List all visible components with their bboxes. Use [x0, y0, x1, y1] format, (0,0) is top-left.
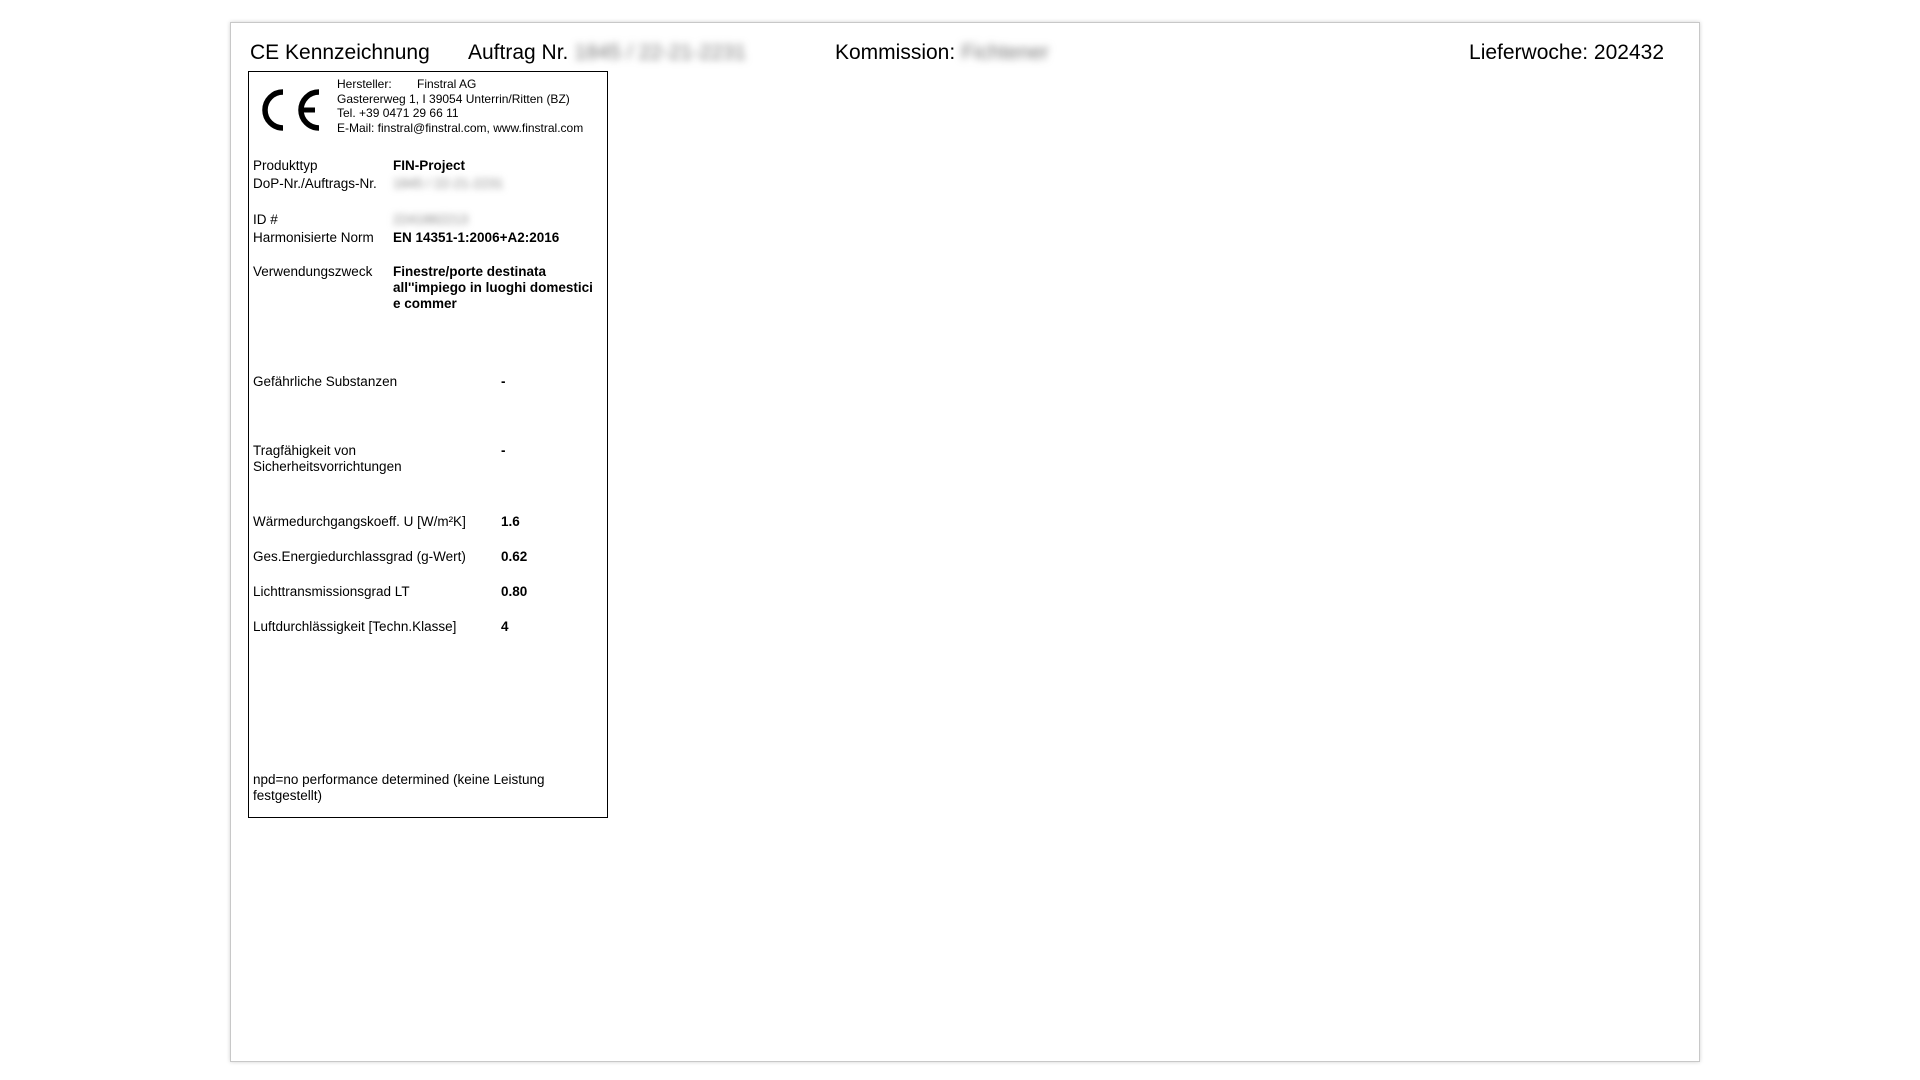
- energie-label: Ges.Energiedurchlassgrad (g-Wert): [253, 549, 466, 564]
- ce-label: Hersteller: Finstral AG Gastererweg 1, I …: [248, 71, 608, 818]
- waerme-label: Wärmedurchgangskoeff. U [W/m²K]: [253, 514, 466, 529]
- verwendung-label: Verwendungszweck: [253, 264, 373, 279]
- lieferwoche: Lieferwoche: 202432: [1469, 41, 1664, 64]
- licht-label: Lichttransmissionsgrad LT: [253, 584, 410, 599]
- manufacturer-email: E-Mail: finstral@finstral.com, www.finst…: [337, 120, 584, 135]
- auftrag-label: Auftrag Nr.: [468, 41, 569, 64]
- auftrag-field: Auftrag Nr. 1845 / 22-21-2231: [468, 41, 746, 65]
- document-page: CE Kennzeichnung Auftrag Nr. 1845 / 22-21…: [230, 22, 1700, 1062]
- dop-label: DoP-Nr./Auftrags-Nr.: [253, 176, 377, 191]
- dop-value: 1845 / 22-21-2231: [393, 176, 504, 191]
- energie-value: 0.62: [501, 549, 528, 564]
- kommission-label: Kommission:: [835, 41, 956, 64]
- id-value: 2241882213: [393, 212, 469, 227]
- produkttyp-value: FIN-Project: [393, 158, 466, 173]
- substanzen-value: -: [501, 374, 506, 389]
- licht-value: 0.80: [501, 584, 528, 599]
- manufacturer-info: Hersteller: Finstral AG Gastererweg 1, I …: [337, 77, 607, 135]
- hersteller-value: Finstral AG: [417, 77, 477, 91]
- luft-value: 4: [501, 619, 509, 634]
- document-title: CE Kennzeichnung: [250, 41, 430, 64]
- norm-value: EN 14351-1:2006+A2:2016: [393, 230, 560, 245]
- auftrag-value: 1845 / 22-21-2231: [574, 41, 747, 64]
- tragfaehigkeit-value: -: [501, 443, 506, 458]
- kommission-field: Kommission: Fichtener: [835, 41, 1049, 65]
- verwendung-value: Finestre/porte destinata all''impiego in…: [393, 264, 593, 311]
- footnote: npd=no performance determined (keine Lei…: [253, 772, 545, 803]
- luft-label: Luftdurchlässigkeit [Techn.Klasse]: [253, 619, 457, 634]
- produkttyp-label: Produkttyp: [253, 158, 318, 173]
- waerme-value: 1.6: [501, 514, 520, 529]
- kommission-value: Fichtener: [961, 41, 1049, 64]
- manufacturer-address: Gastererweg 1, I 39054 Unterrin/Ritten (…: [337, 91, 570, 106]
- substanzen-label: Gefährliche Substanzen: [253, 374, 398, 389]
- document-header: CE Kennzeichnung Auftrag Nr. 1845 / 22-21…: [250, 41, 1664, 71]
- ce-mark-icon: [262, 89, 320, 131]
- manufacturer-phone: Tel. +39 0471 29 66 11: [337, 106, 459, 120]
- id-label: ID #: [253, 212, 278, 227]
- tragfaehigkeit-label: Tragfähigkeit von Sicherheitsvorrichtung…: [253, 443, 402, 474]
- hersteller-label: Hersteller:: [337, 77, 392, 91]
- norm-label: Harmonisierte Norm: [253, 230, 374, 245]
